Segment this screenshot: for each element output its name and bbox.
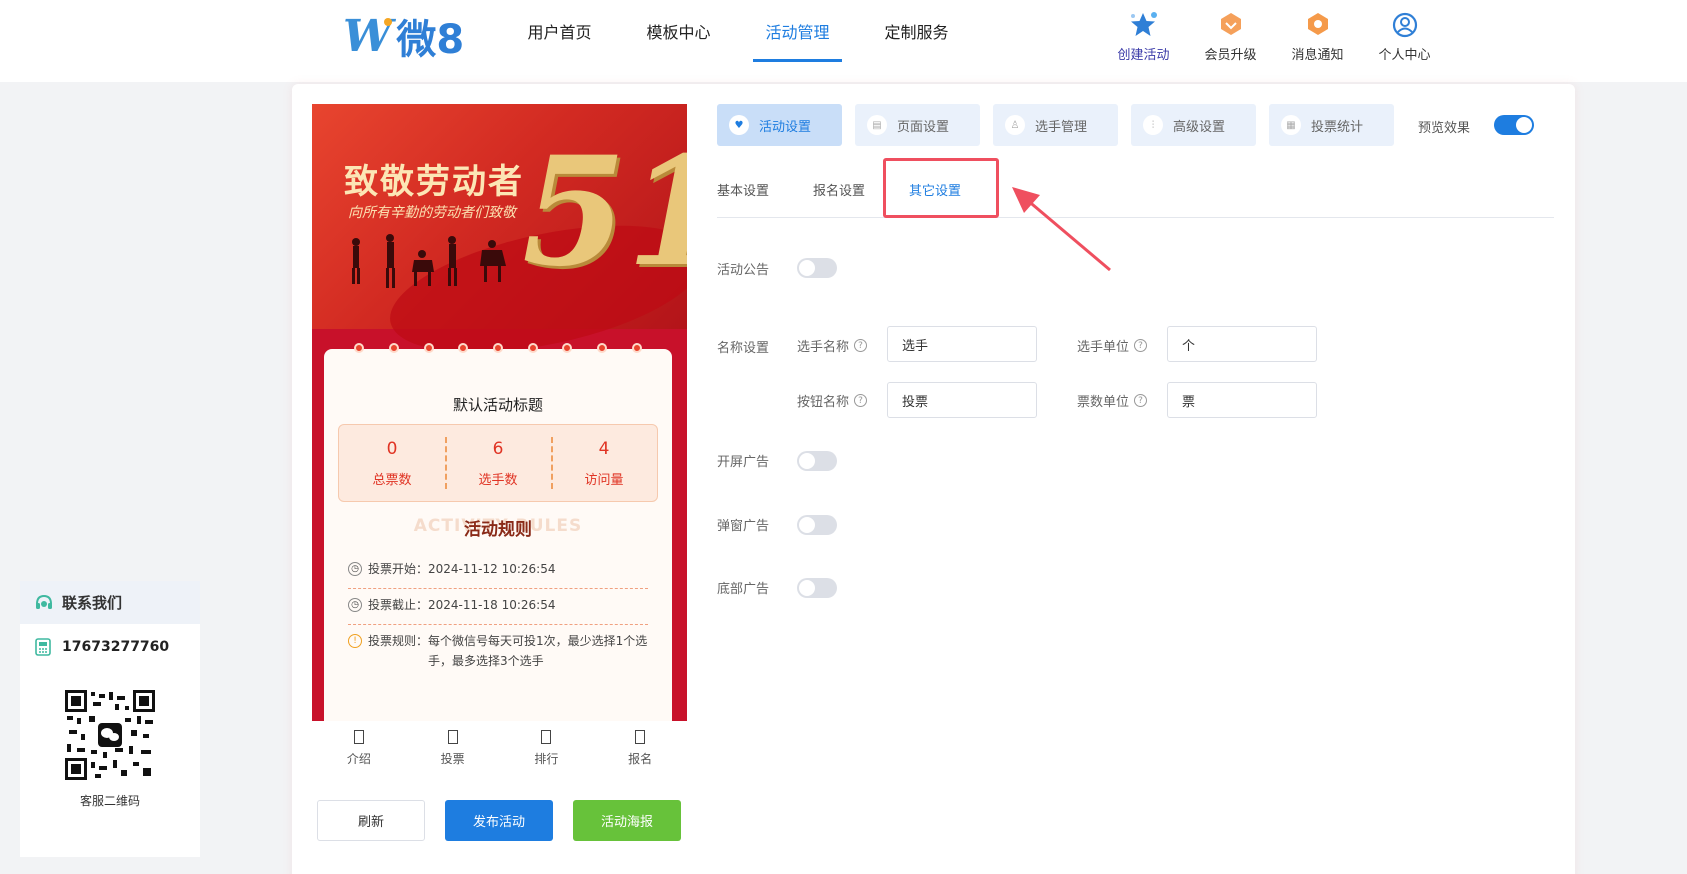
intro-icon bbox=[353, 730, 364, 744]
publish-activity-button[interactable]: 发布活动 bbox=[445, 800, 553, 841]
preview-tabbar: 介绍 投票 排行 报名 bbox=[312, 721, 687, 776]
activity-banner: 51 致敬劳动者 向所有辛勤的劳动者们致敬 bbox=[312, 104, 687, 377]
player-unit-input[interactable] bbox=[1167, 326, 1317, 362]
refresh-button[interactable]: 刷新 bbox=[317, 800, 425, 841]
button-name-label: 按钮名称? bbox=[797, 391, 868, 410]
tab-page-settings[interactable]: ▤ 页面设置 bbox=[855, 104, 980, 146]
help-icon[interactable]: ? bbox=[854, 394, 868, 407]
names-label: 名称设置 bbox=[717, 341, 770, 356]
rules-heading: ACTIVITY RULES 活动规则 bbox=[413, 516, 583, 540]
workers-silhouette bbox=[352, 234, 506, 288]
tab-activity-settings[interactable]: ♥ 活动设置 bbox=[717, 104, 842, 146]
nav-activity-management[interactable]: 活动管理 bbox=[738, 0, 857, 62]
tab-intro[interactable]: 介绍 bbox=[312, 721, 406, 776]
heart-icon: ♥ bbox=[729, 115, 749, 135]
vote-unit-input[interactable] bbox=[1167, 382, 1317, 418]
splash-ad-toggle[interactable] bbox=[797, 451, 837, 471]
splash-ad-label: 开屏广告 bbox=[717, 455, 770, 470]
tab-player-management[interactable]: ♙ 选手管理 bbox=[993, 104, 1118, 146]
contact-panel: 联系我们 17673277760 客服二维码 bbox=[20, 581, 200, 857]
stat-total-votes: 0 总票数 bbox=[372, 438, 412, 488]
highlight-box bbox=[883, 158, 999, 218]
banner-number: 51 bbox=[522, 124, 687, 300]
bell-badge-icon bbox=[1305, 10, 1331, 40]
vip-badge-icon bbox=[1218, 10, 1244, 40]
personal-center-button[interactable]: 个人中心 bbox=[1361, 10, 1448, 63]
main-nav: 用户首页 模板中心 活动管理 定制服务 bbox=[500, 0, 976, 62]
signup-icon bbox=[635, 730, 646, 744]
warning-icon: ! bbox=[348, 634, 362, 648]
annotation-arrow bbox=[1012, 187, 1111, 272]
settings-sub-tabs: 基本设置 报名设置 其它设置 bbox=[717, 160, 1554, 218]
vote-unit-label: 票数单位? bbox=[1077, 391, 1148, 410]
ranking-icon bbox=[541, 730, 552, 744]
qr-caption: 客服二维码 bbox=[79, 794, 140, 808]
notice-label: 活动公告 bbox=[717, 263, 770, 278]
player-name-label: 选手名称? bbox=[797, 336, 868, 355]
nav-custom-service[interactable]: 定制服务 bbox=[857, 0, 976, 62]
star-icon bbox=[1129, 10, 1159, 40]
sliders-icon: ⫶ bbox=[1143, 115, 1163, 135]
player-unit-label: 选手单位? bbox=[1077, 336, 1148, 355]
banner-title: 致敬劳动者 bbox=[344, 162, 524, 202]
tab-ranking[interactable]: 排行 bbox=[500, 721, 594, 776]
stat-players: 6 选手数 bbox=[445, 425, 551, 501]
contact-title: 联系我们 bbox=[62, 594, 123, 612]
member-upgrade-button[interactable]: 会员升级 bbox=[1187, 10, 1274, 63]
activity-poster-button[interactable]: 活动海报 bbox=[573, 800, 681, 841]
contact-phone-number: 17673277760 bbox=[62, 639, 170, 655]
person-icon: ♙ bbox=[1005, 115, 1025, 135]
header-actions: 创建活动 会员升级 消息通知 个人中心 bbox=[1100, 10, 1448, 63]
subtab-basic[interactable]: 基本设置 bbox=[717, 160, 769, 218]
activity-stats: 0 总票数 6 选手数 4 访问量 bbox=[338, 424, 658, 502]
vote-icon bbox=[447, 730, 458, 744]
nav-home[interactable]: 用户首页 bbox=[500, 0, 619, 62]
tab-vote[interactable]: 投票 bbox=[406, 721, 500, 776]
subtab-signup[interactable]: 报名设置 bbox=[813, 160, 865, 218]
help-icon[interactable]: ? bbox=[854, 339, 868, 352]
logo[interactable]: W 微8 bbox=[343, 11, 464, 64]
nav-templates[interactable]: 模板中心 bbox=[619, 0, 738, 62]
clock-icon: ◷ bbox=[348, 598, 362, 612]
preview-effect-label: 预览效果 bbox=[1418, 121, 1471, 136]
notifications-button[interactable]: 消息通知 bbox=[1274, 10, 1361, 63]
clock-icon: ◷ bbox=[348, 562, 362, 576]
vote-rule-row: ! 投票规则： 每个微信号每天可投1次，最少选择1个选手，最多选择3个选手 bbox=[348, 631, 648, 671]
notice-toggle[interactable] bbox=[797, 258, 837, 278]
popup-ad-label: 弹窗广告 bbox=[717, 519, 770, 534]
top-header: W 微8 用户首页 模板中心 活动管理 定制服务 创建活动 会员升级 消息通知 bbox=[0, 0, 1687, 82]
bottom-ad-toggle[interactable] bbox=[797, 578, 837, 598]
headset-icon bbox=[36, 594, 52, 609]
stat-visits: 4 访问量 bbox=[551, 425, 657, 501]
logo-text: 微8 bbox=[396, 17, 465, 63]
settings-tabs: ♥ 活动设置 ▤ 页面设置 ♙ 选手管理 ⫶ 高级设置 ▦ 投票统计 bbox=[717, 104, 1407, 146]
bottom-ad-label: 底部广告 bbox=[717, 582, 770, 597]
vote-end-row: ◷ 投票截止： 2024-11-18 10:26:54 bbox=[348, 595, 648, 615]
help-icon[interactable]: ? bbox=[1134, 394, 1148, 407]
action-buttons: 刷新 发布活动 活动海报 bbox=[317, 800, 701, 841]
phone-preview: 51 致敬劳动者 向所有辛勤的劳动者们致敬 默认活动标题 0 总票数 6 选手数… bbox=[312, 104, 687, 721]
qr-code bbox=[65, 690, 155, 780]
player-name-input[interactable] bbox=[887, 326, 1037, 362]
create-activity-button[interactable]: 创建活动 bbox=[1100, 10, 1187, 63]
preview-effect-toggle[interactable] bbox=[1494, 115, 1534, 135]
notebook-rings bbox=[324, 343, 672, 363]
activity-title: 默认活动标题 bbox=[452, 396, 543, 414]
page-icon: ▤ bbox=[867, 115, 887, 135]
tab-signup[interactable]: 报名 bbox=[593, 721, 687, 776]
user-circle-icon bbox=[1392, 10, 1418, 40]
phone-icon bbox=[35, 638, 51, 656]
button-name-input[interactable] bbox=[887, 382, 1037, 418]
vote-start-row: ◷ 投票开始： 2024-11-12 10:26:54 bbox=[348, 559, 648, 579]
tab-vote-statistics[interactable]: ▦ 投票统计 bbox=[1269, 104, 1394, 146]
banner-subtitle: 向所有辛勤的劳动者们致敬 bbox=[348, 205, 516, 221]
tab-advanced-settings[interactable]: ⫶ 高级设置 bbox=[1131, 104, 1256, 146]
help-icon[interactable]: ? bbox=[1134, 339, 1148, 352]
popup-ad-toggle[interactable] bbox=[797, 515, 837, 535]
calendar-icon: ▦ bbox=[1281, 115, 1301, 135]
